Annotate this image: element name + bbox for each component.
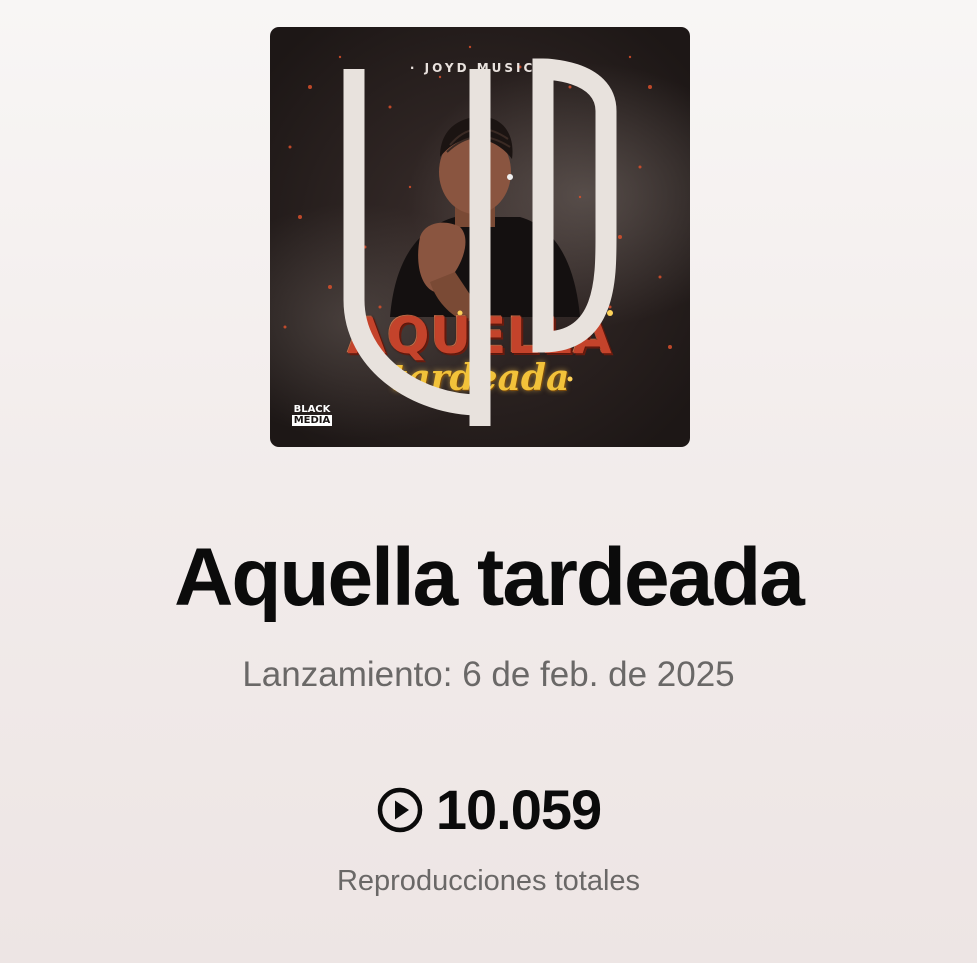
album-cover[interactable]: · JOYD MUSIC · AQUELLA tardeada BLACK ME…: [270, 27, 690, 447]
plays-label: Reproducciones totales: [336, 865, 641, 897]
plays-stat: 10.059: [0, 778, 977, 842]
play-circle-icon: [377, 787, 423, 833]
track-title: Aquella tardeada: [174, 532, 805, 623]
release-date: Lanzamiento: 6 de feb. de 2025: [242, 655, 735, 694]
plays-count: 10.059: [435, 778, 602, 841]
artist-monogram-logo: [343, 58, 617, 426]
